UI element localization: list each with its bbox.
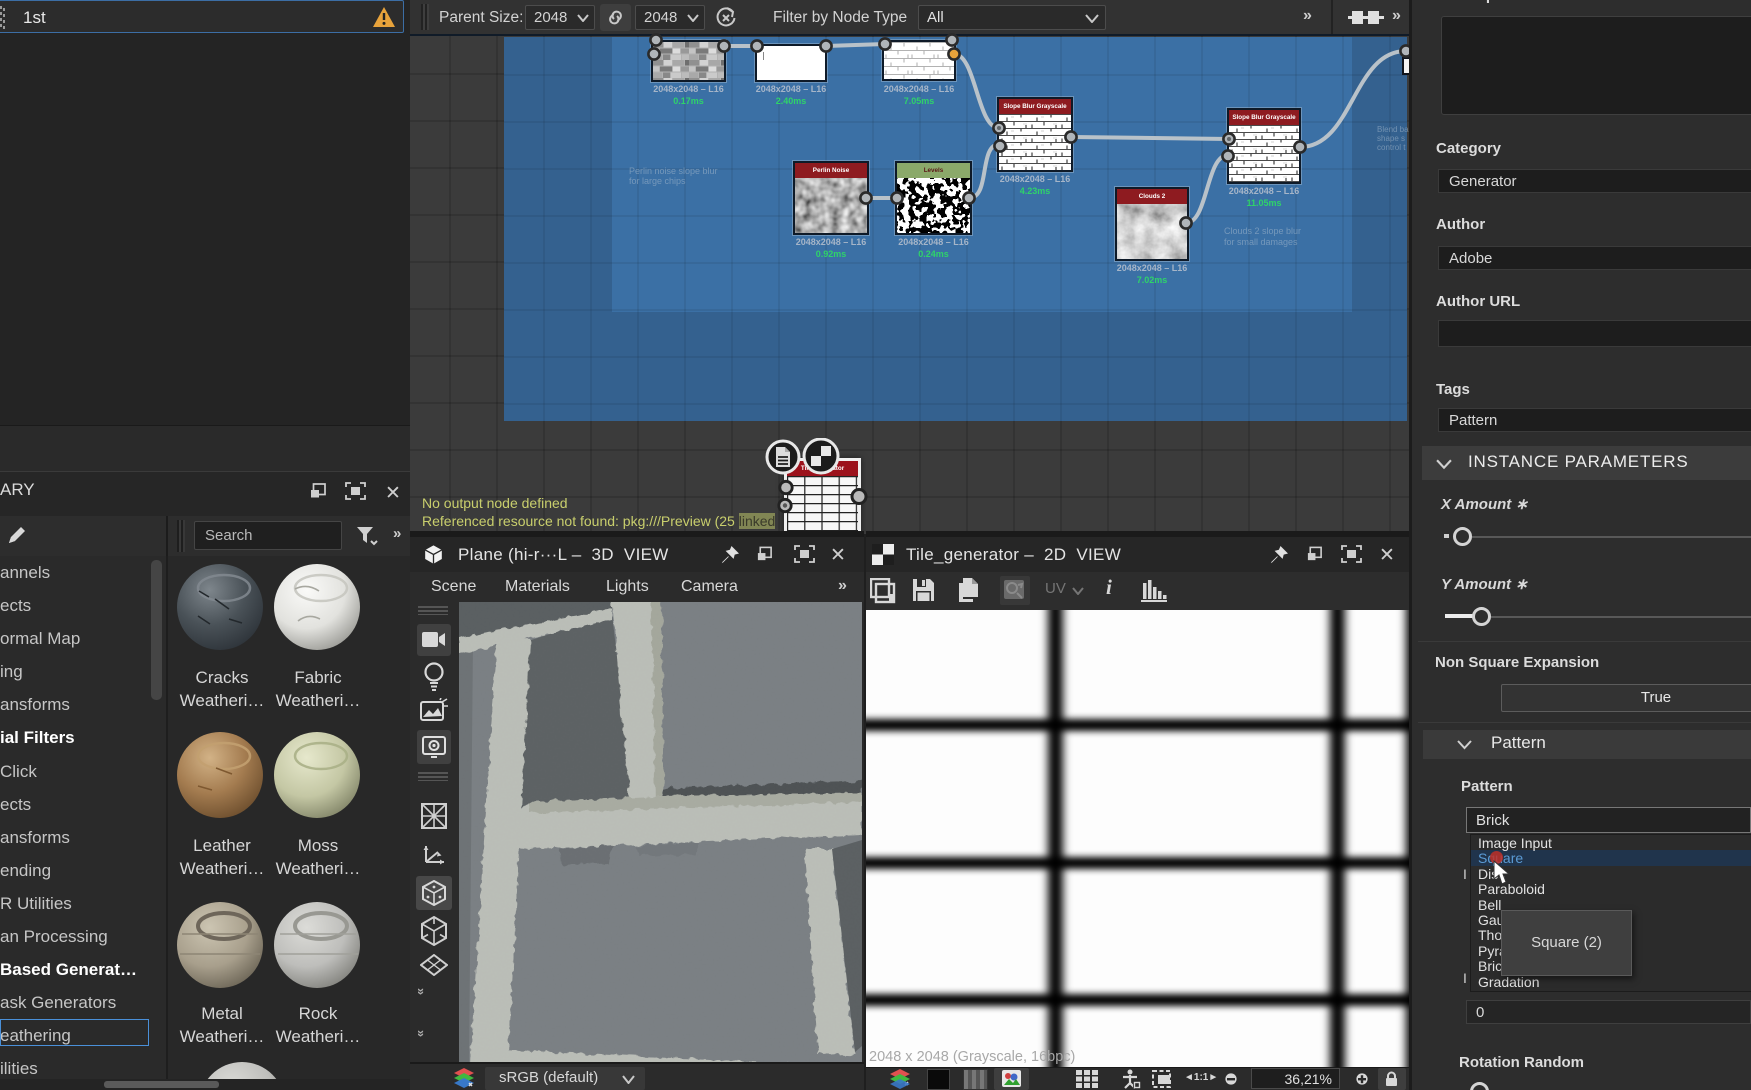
- svg-text:Weatheri…: Weatheri…: [180, 691, 265, 710]
- svg-text:Weatheri…: Weatheri…: [180, 859, 265, 878]
- svg-text:Metal: Metal: [201, 1004, 243, 1023]
- svg-text:Rock: Rock: [299, 1004, 338, 1023]
- svg-text:Leather: Leather: [193, 836, 251, 855]
- svg-text:Weatheri…: Weatheri…: [276, 691, 361, 710]
- svg-text:Moss: Moss: [298, 836, 339, 855]
- svg-text:Weatheri…: Weatheri…: [276, 859, 361, 878]
- svg-text:Fabric: Fabric: [294, 668, 342, 687]
- svg-text:Cracks: Cracks: [196, 668, 249, 687]
- svg-text:Weatheri…: Weatheri…: [276, 1027, 361, 1046]
- svg-text:2048 x 2048 (Grayscale, 16bpc): 2048 x 2048 (Grayscale, 16bpc): [869, 1049, 1075, 1065]
- svg-text:Weatheri…: Weatheri…: [180, 1027, 265, 1046]
